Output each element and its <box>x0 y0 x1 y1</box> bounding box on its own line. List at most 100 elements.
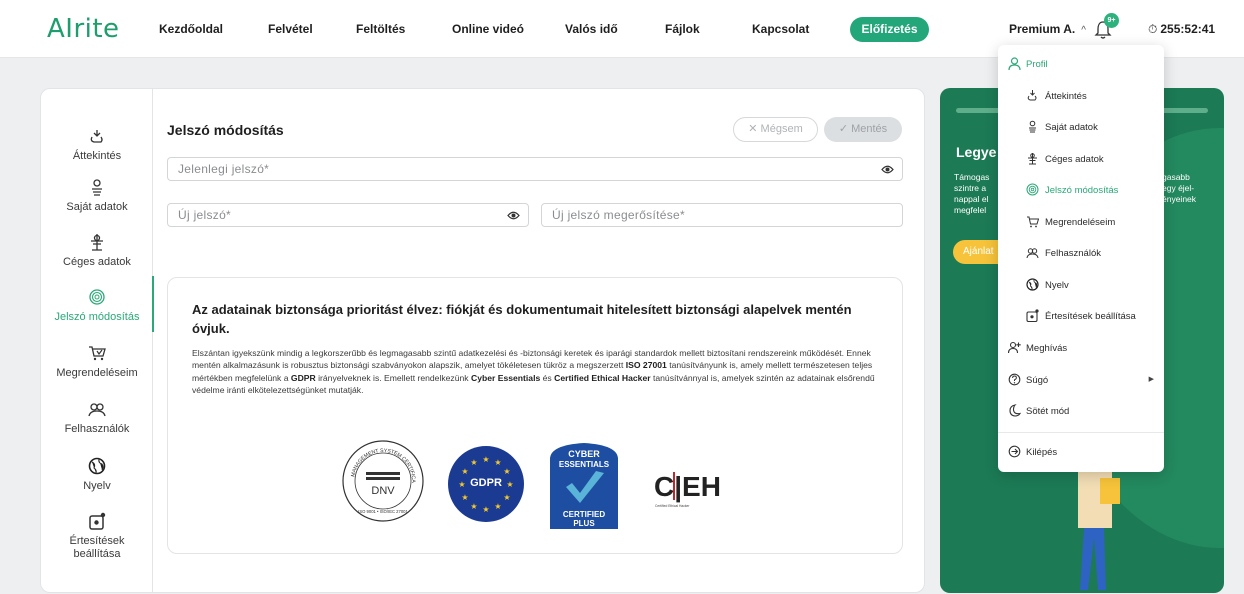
dropdown-help-label: Súgó <box>1026 375 1049 386</box>
eye-icon[interactable] <box>881 164 894 175</box>
dropdown-item-label: Értesítések beállítása <box>1045 311 1136 322</box>
dropdown-item-label: Nyelv <box>1045 280 1069 291</box>
page-title: Jelszó módosítás <box>167 122 284 138</box>
help-icon <box>1008 373 1021 386</box>
dropdown-item-label: Saját adatok <box>1045 122 1098 133</box>
iso-highlight: ISO 27001 <box>625 360 667 371</box>
sidebar-item-label: Megrendeléseim <box>56 367 138 379</box>
nav-upload[interactable]: Feltöltés <box>356 22 405 36</box>
sidebar-item-label: Saját adatok <box>66 201 128 213</box>
logo[interactable]: AIrite <box>47 14 120 44</box>
eye-icon[interactable] <box>507 210 520 221</box>
nav-contact[interactable]: Kapcsolat <box>752 22 809 36</box>
security-text-part: és <box>540 372 555 383</box>
security-info-box: Az adatainak biztonsága prioritást élvez… <box>167 277 903 554</box>
gdpr-highlight: GDPR <box>290 372 316 383</box>
nav-online-video[interactable]: Online videó <box>452 22 524 36</box>
fingerprint-icon <box>89 289 105 305</box>
notification-settings-icon <box>1026 309 1039 322</box>
sidebar-item-label: Jelszó módosítás <box>54 311 140 323</box>
security-text: Elszántan igyekszünk mindig a legkorszer… <box>192 347 882 396</box>
add-user-icon <box>1008 341 1021 354</box>
cyber-essentials-logo: CYBER ESSENTIALS CERTIFIED PLUS <box>550 443 618 529</box>
svg-text:★: ★ <box>503 493 510 502</box>
essentials-text: ESSENTIALS <box>559 460 610 469</box>
dropdown-divider <box>998 432 1164 433</box>
security-heading: Az adatainak biztonsága prioritást élvez… <box>192 302 852 336</box>
timer-value: 255:52:41 <box>1160 22 1216 36</box>
dropdown-profile-label: Profil <box>1026 59 1048 70</box>
certified-text: CERTIFIED <box>563 510 605 519</box>
cancel-label: Mégsem <box>760 123 803 135</box>
current-password-input[interactable] <box>168 158 902 180</box>
plus-text: PLUS <box>573 519 595 528</box>
overview-icon <box>1027 90 1037 101</box>
dropdown-item-label: Céges adatok <box>1045 154 1104 165</box>
user-icon <box>1029 120 1036 133</box>
svg-text:★: ★ <box>494 458 501 467</box>
current-password-field <box>167 157 903 181</box>
sidebar-item-label: Nyelv <box>83 480 111 492</box>
ceh-highlight: Certified Ethical Hacker <box>554 372 651 383</box>
sidebar-item-overview[interactable]: Áttekintés <box>41 127 153 162</box>
nav-home[interactable]: Kezdőoldal <box>159 22 223 36</box>
chevron-up-icon: ^ <box>1081 25 1086 36</box>
globe-icon <box>88 457 106 475</box>
dropdown-dark-mode-label: Sötét mód <box>1026 406 1070 417</box>
sidebar-item-language[interactable]: Nyelv <box>41 457 153 492</box>
promo-text-right: gasabb egy éjel- ényeinek <box>1162 172 1197 204</box>
save-button[interactable]: ✓ Mentés <box>824 117 902 142</box>
company-icon <box>91 234 103 251</box>
sidebar-item-notification-settings[interactable]: Értesítések beállítása <box>41 512 153 561</box>
nav-realtime[interactable]: Valós idő <box>565 22 618 36</box>
user-menu-toggle[interactable]: Premium A. ^ <box>1009 22 1086 36</box>
cancel-button[interactable]: ✕ Mégsem <box>733 117 818 142</box>
sidebar-item-users[interactable]: Felhasználók <box>41 400 153 435</box>
svg-text:★: ★ <box>461 493 468 502</box>
person-illustration <box>1078 468 1120 590</box>
cyber-highlight: Cyber Essentials <box>470 372 541 383</box>
nav-files[interactable]: Fájlok <box>665 22 700 36</box>
svg-text:MANAGEMENT SYSTEM CERTIFICATIO: MANAGEMENT SYSTEM CERTIFICATION <box>340 438 416 483</box>
gdpr-logo: ★ ★ ★ ★ ★ ★ ★ ★ ★ ★ ★ ★ GDPR <box>448 446 524 522</box>
svg-text:★: ★ <box>470 502 477 511</box>
nav-recording[interactable]: Felvétel <box>268 22 313 36</box>
dropdown-logout-label: Kilépés <box>1026 447 1058 458</box>
sidebar-item-own-data[interactable]: Saját adatok <box>41 178 153 213</box>
caret-right-icon: ▶ <box>1148 376 1154 383</box>
svg-text:★: ★ <box>461 467 468 476</box>
save-label: Mentés <box>851 123 888 135</box>
dropdown-item-label: Megrendeléseim <box>1045 217 1116 228</box>
svg-text:★: ★ <box>482 505 489 514</box>
profile-icon <box>1008 57 1021 70</box>
dnv-certification-logo: MANAGEMENT SYSTEM CERTIFICATION DNV ISO … <box>340 438 424 522</box>
sidebar-item-label: Felhasználók <box>64 423 130 435</box>
sidebar-item-label: Céges adatok <box>63 256 131 268</box>
settings-sidebar: Áttekintés Saját adatok Céges adatok Jel… <box>41 89 154 592</box>
company-icon <box>1028 153 1037 165</box>
close-icon: ✕ <box>748 123 761 135</box>
stopwatch-icon: ⏱ <box>1148 22 1158 36</box>
check-icon: ✓ <box>838 123 852 135</box>
overview-icon <box>90 130 103 143</box>
sidebar-item-password-change[interactable]: Jelszó módosítás <box>41 276 154 332</box>
users-icon <box>88 403 106 417</box>
ceh-text: C|EH <box>654 471 720 502</box>
new-password-field <box>167 203 529 227</box>
new-password-input[interactable] <box>168 204 528 226</box>
users-icon <box>1026 248 1039 259</box>
sidebar-item-company-data[interactable]: Céges adatok <box>41 233 153 268</box>
sidebar-item-orders[interactable]: Megrendeléseim <box>41 344 153 379</box>
confirm-password-input[interactable] <box>542 204 902 226</box>
subscribe-button[interactable]: Előfizetés <box>850 17 929 42</box>
dnv-text: DNV <box>371 485 395 497</box>
user-name: Premium A. <box>1009 22 1076 36</box>
dropdown-item-label: Áttekintés <box>1045 91 1087 102</box>
svg-text:★: ★ <box>482 455 489 464</box>
ceh-logo: C|EH Certified Ethical Hacker <box>654 471 720 508</box>
ceh-subtext: Certified Ethical Hacker <box>655 504 690 508</box>
dropdown-item-label: Jelszó módosítás <box>1045 185 1119 196</box>
notification-badge: 9+ <box>1104 13 1119 28</box>
sidebar-item-label: Áttekintés <box>72 150 122 162</box>
user-dropdown-menu: Profil Áttekintés Saját adatok Céges ada… <box>998 45 1164 472</box>
